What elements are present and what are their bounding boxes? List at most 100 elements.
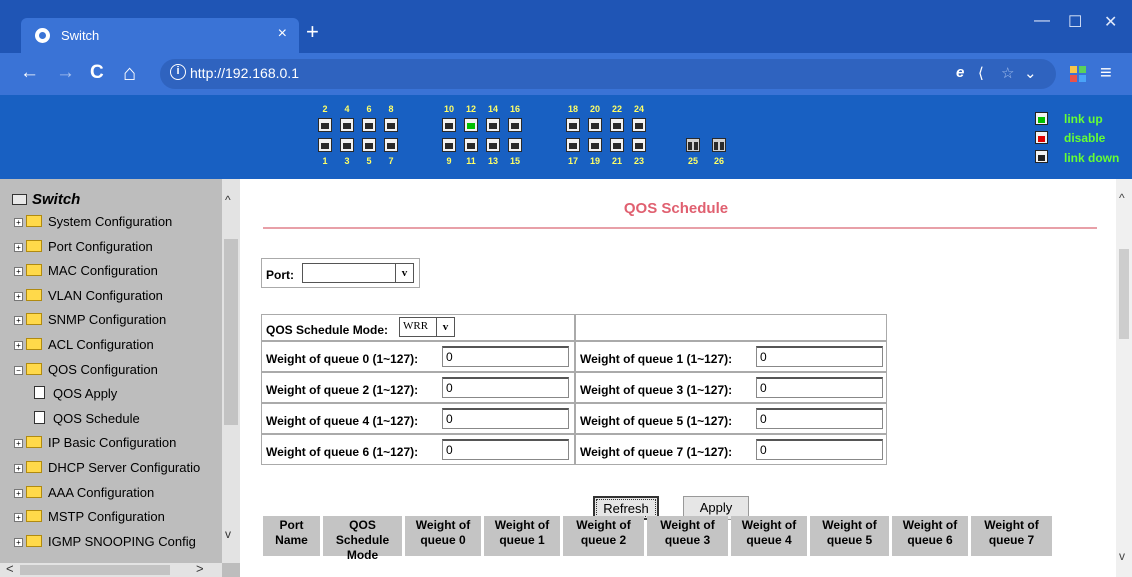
tree-item[interactable]: + System Configuration — [14, 214, 172, 229]
weight-queue-7-input[interactable]: 0 — [756, 439, 883, 460]
tree-item[interactable]: + AAA Configuration — [14, 485, 154, 500]
ethernet-port-icon[interactable] — [442, 118, 456, 132]
ethernet-port-icon[interactable] — [464, 138, 478, 152]
scroll-right-icon[interactable]: > — [196, 561, 204, 576]
scroll-up-icon[interactable]: ^ — [225, 193, 231, 207]
tree-vertical-scrollbar[interactable]: ^ v — [222, 179, 240, 563]
home-icon[interactable]: ⌂ — [123, 61, 136, 85]
star-icon[interactable]: ☆ — [1001, 64, 1014, 82]
tree-item[interactable]: + IGMP SNOOPING Config — [14, 534, 196, 549]
maximize-icon[interactable]: ☐ — [1068, 12, 1082, 32]
forward-icon[interactable]: → — [56, 61, 75, 85]
ethernet-port-icon[interactable] — [464, 118, 478, 132]
expander-icon[interactable]: + — [14, 242, 23, 252]
ethernet-port-icon[interactable] — [362, 138, 376, 152]
tree-scroll-thumb[interactable] — [224, 239, 238, 425]
scroll-left-icon[interactable]: < — [6, 561, 14, 576]
ethernet-port-icon[interactable] — [588, 118, 602, 132]
weight-cell: Weight of queue 7 (1~127): 0 — [575, 434, 887, 465]
minimize-icon[interactable]: — — [1034, 12, 1050, 30]
expander-icon[interactable]: + — [14, 341, 23, 350]
tree-item[interactable]: + MSTP Configuration — [14, 509, 165, 524]
ethernet-port-icon[interactable] — [566, 118, 580, 132]
table-header-line2: Mode — [346, 548, 379, 562]
ethernet-port-icon[interactable] — [442, 138, 456, 152]
main-scroll-thumb[interactable] — [1119, 249, 1129, 339]
ethernet-port-icon[interactable] — [486, 138, 500, 152]
scroll-down-icon[interactable]: v — [1119, 549, 1125, 563]
tab-close-icon[interactable]: × — [278, 25, 287, 43]
ethernet-port-icon[interactable] — [508, 138, 522, 152]
expander-icon[interactable]: + — [14, 218, 23, 227]
weight-queue-2-input[interactable]: 0 — [442, 377, 569, 398]
scroll-up-icon[interactable]: ^ — [1119, 191, 1125, 205]
ethernet-port-icon[interactable] — [486, 118, 500, 132]
tree-item[interactable]: + Port Configuration — [14, 239, 153, 254]
ethernet-port-icon[interactable] — [588, 138, 602, 152]
ethernet-port-icon[interactable] — [508, 118, 522, 132]
ethernet-port-icon[interactable] — [384, 118, 398, 132]
tree-hscroll-thumb[interactable] — [20, 565, 170, 575]
chevron-down-icon[interactable]: v — [436, 318, 454, 336]
new-tab-button[interactable]: + — [306, 21, 319, 43]
menu-icon[interactable]: ≡ — [1100, 62, 1112, 85]
back-icon[interactable]: ← — [20, 61, 39, 85]
ie-mode-icon[interactable]: e — [956, 64, 964, 81]
tree-horizontal-scrollbar[interactable]: < > — [0, 561, 222, 577]
info-icon[interactable]: i — [170, 64, 186, 80]
weight-queue-6-input[interactable]: 0 — [442, 439, 569, 460]
ethernet-port-icon[interactable] — [384, 138, 398, 152]
tree-item[interactable]: + ACL Configuration — [14, 337, 154, 352]
sfp-port-icon[interactable] — [712, 138, 726, 152]
scroll-down-icon[interactable]: v — [225, 527, 231, 541]
ethernet-port-icon[interactable] — [610, 118, 624, 132]
main-vertical-scrollbar[interactable]: ^ v — [1116, 179, 1132, 577]
weight-queue-4-input[interactable]: 0 — [442, 408, 569, 429]
expander-icon[interactable]: + — [14, 316, 23, 326]
expander-icon[interactable]: − — [14, 365, 23, 375]
expander-icon[interactable]: + — [14, 488, 23, 498]
ethernet-port-icon[interactable] — [318, 138, 332, 152]
weight-queue-5-input[interactable]: 0 — [756, 408, 883, 429]
ethernet-port-icon[interactable] — [632, 138, 646, 152]
ethernet-port-icon[interactable] — [318, 118, 332, 132]
expander-icon[interactable]: + — [14, 537, 23, 547]
expander-icon[interactable]: + — [14, 267, 23, 277]
tree-item[interactable]: − QOS Configuration — [14, 362, 158, 377]
tree-item[interactable]: + MAC Configuration — [14, 263, 158, 278]
ethernet-port-icon[interactable] — [566, 138, 580, 152]
tree-item[interactable]: QOS Schedule — [34, 410, 140, 426]
weight-queue-3-input[interactable]: 0 — [756, 377, 883, 398]
ethernet-port-icon[interactable] — [340, 138, 354, 152]
sfp-port-icon[interactable] — [686, 138, 700, 152]
tree-item[interactable]: + SNMP Configuration — [14, 312, 166, 327]
ethernet-port-icon[interactable] — [610, 138, 624, 152]
weight-queue-1-input[interactable]: 0 — [756, 346, 883, 367]
weight-queue-0-input[interactable]: 0 — [442, 346, 569, 367]
expander-icon[interactable]: + — [14, 291, 23, 301]
chevron-down-icon[interactable]: v — [395, 264, 413, 282]
tree-root[interactable]: Switch — [12, 191, 80, 208]
ethernet-port-icon[interactable] — [362, 118, 376, 132]
port-select[interactable]: v — [302, 263, 414, 283]
expander-icon[interactable]: + — [14, 513, 23, 523]
tree-item[interactable]: QOS Apply — [34, 386, 117, 401]
reload-icon[interactable]: C — [90, 61, 104, 85]
folder-icon — [26, 534, 42, 547]
tree-item[interactable]: + DHCP Server Configuratio — [14, 460, 200, 475]
url-field[interactable]: i http://192.168.0.1 e ⟨ ☆ ⌄ — [160, 59, 1056, 89]
link-down-legend-icon — [1035, 150, 1048, 163]
expander-icon[interactable]: + — [14, 439, 23, 449]
extensions-icon[interactable] — [1070, 66, 1086, 82]
tree-item[interactable]: + IP Basic Configuration — [14, 435, 176, 450]
ethernet-port-icon[interactable] — [632, 118, 646, 132]
expander-icon[interactable]: + — [14, 464, 23, 473]
chevron-down-icon[interactable]: ⌄ — [1024, 64, 1037, 82]
ethernet-port-icon[interactable] — [340, 118, 354, 132]
tab-switch[interactable]: Switch × — [21, 18, 299, 53]
mode-select[interactable]: WRR v — [399, 317, 455, 337]
share-icon[interactable]: ⟨ — [978, 64, 984, 82]
close-window-icon[interactable]: ✕ — [1104, 12, 1117, 32]
url-text[interactable]: http://192.168.0.1 — [190, 65, 299, 81]
tree-item[interactable]: + VLAN Configuration — [14, 288, 163, 303]
